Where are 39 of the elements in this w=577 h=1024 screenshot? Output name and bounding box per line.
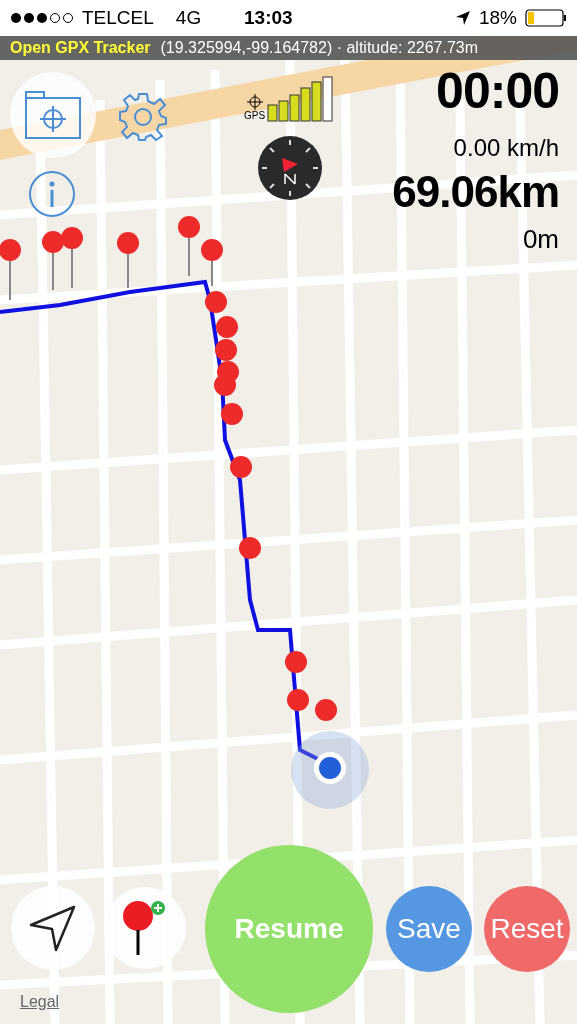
current-location-icon <box>290 730 370 810</box>
elevation-reading: 0m <box>522 226 559 252</box>
clock-time: 13:03 <box>244 5 293 30</box>
speed-reading: 0.00 km/h <box>453 136 559 160</box>
map-pin-icon <box>214 374 236 396</box>
map-pin-icon <box>42 231 64 291</box>
crosshair-icon <box>246 94 263 110</box>
gps-label: GPS <box>244 110 266 122</box>
map-pin-icon <box>61 227 83 289</box>
legal-link[interactable]: Legal <box>20 990 60 1014</box>
settings-icon[interactable] <box>118 91 168 141</box>
distance-reading: 69.06km <box>392 170 559 214</box>
map-pin-icon <box>216 316 238 338</box>
app-name: Open GPX Tracker <box>10 38 151 58</box>
map-pin-icon <box>178 216 200 277</box>
map-pin-icon <box>201 239 223 287</box>
battery-icon <box>525 9 567 27</box>
map-pin-icon <box>0 239 21 301</box>
gps-signal-icon <box>267 76 336 122</box>
signal-icon <box>10 12 76 24</box>
map-pin-icon <box>205 291 227 313</box>
navigation-arrow-icon <box>29 904 77 952</box>
map-pin-icon <box>215 339 237 361</box>
folder-icon <box>24 90 82 140</box>
location-text: (19.325994,-99.164782) · altitude: 2267.73m <box>160 38 479 58</box>
battery-percentage: 18% <box>478 5 517 30</box>
compass-icon <box>258 136 322 200</box>
map-pin-icon <box>221 403 243 425</box>
map-pin-icon <box>315 699 337 721</box>
network-type: 4G <box>175 5 202 30</box>
map-pin-icon <box>230 456 252 478</box>
location-arrow-icon <box>454 10 471 26</box>
map-pin-icon <box>239 537 261 559</box>
info-icon[interactable] <box>28 170 76 218</box>
map-pin-icon <box>117 232 139 289</box>
map-pin-icon <box>285 651 307 673</box>
elapsed-time: 00:00 <box>436 66 559 116</box>
map-pin-icon <box>287 689 309 711</box>
carrier-name: TELCEL <box>82 5 154 30</box>
